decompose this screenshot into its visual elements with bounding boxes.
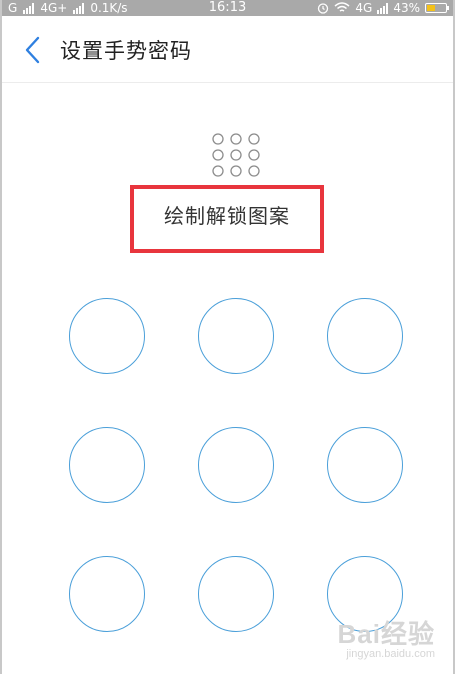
watermark-logo: Bai经验 jingyan.baidu.com xyxy=(338,614,435,660)
status-bar: G 4G+ 0.1K/s 16:13 4G 43% xyxy=(2,0,453,16)
status-right: 4G 43% xyxy=(317,0,449,16)
alarm-icon xyxy=(318,3,329,14)
wifi-icon xyxy=(334,2,350,12)
pattern-dot-3[interactable] xyxy=(327,298,403,374)
pattern-dot-5[interactable] xyxy=(198,427,274,503)
battery-icon xyxy=(425,3,449,13)
instruction-text: 绘制解锁图案 xyxy=(164,204,290,228)
chevron-left-icon xyxy=(25,36,40,64)
pattern-dot-1[interactable] xyxy=(69,298,145,374)
back-button[interactable] xyxy=(18,34,48,66)
pattern-dot-4[interactable] xyxy=(69,427,145,503)
watermark-main: Bai经验 xyxy=(337,619,435,649)
battery-percent: 43% xyxy=(393,1,420,15)
screen: G 4G+ 0.1K/s 16:13 4G 43% 设置手势密码 绘制解锁图案 … xyxy=(0,0,455,674)
battery-fill xyxy=(427,5,435,11)
watermark-sub: jingyan.baidu.com xyxy=(346,648,435,660)
pattern-preview-icon xyxy=(212,133,260,177)
signal-icon-3 xyxy=(377,2,389,14)
pattern-dot-7[interactable] xyxy=(69,556,145,632)
network-type-right: 4G xyxy=(355,1,373,15)
pattern-dot-2[interactable] xyxy=(198,298,274,374)
pattern-dot-8[interactable] xyxy=(198,556,274,632)
pattern-dot-6[interactable] xyxy=(327,427,403,503)
title-bar: 设置手势密码 xyxy=(2,16,453,83)
page-title: 设置手势密码 xyxy=(60,39,192,63)
